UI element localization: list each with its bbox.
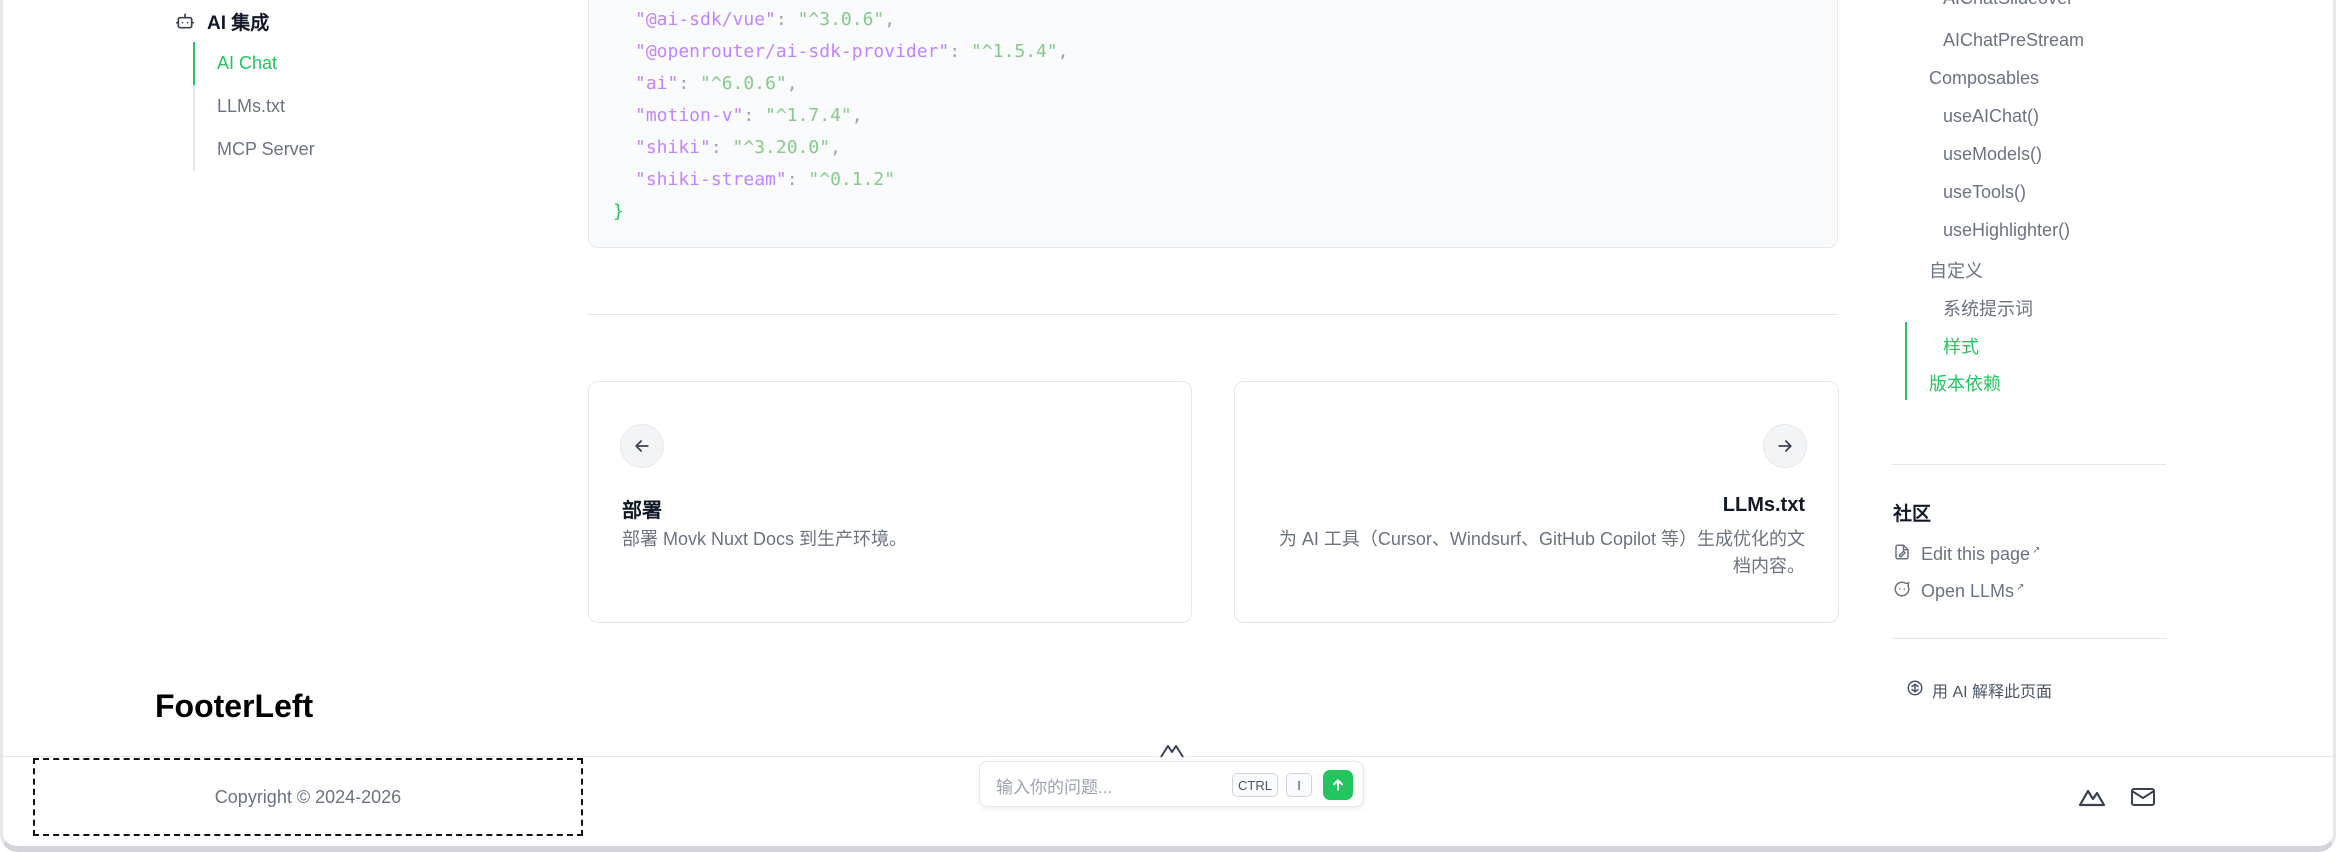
external-link-icon: ↗ (2032, 545, 2041, 556)
mountain-logo-icon (2078, 789, 2106, 807)
divider (588, 314, 1838, 315)
file-edit-icon (1893, 543, 1911, 566)
toc-item[interactable]: useModels() (1943, 144, 2042, 165)
toc-item[interactable]: Composables (1929, 68, 2039, 89)
edit-page-link[interactable]: Edit this page ↗ (1893, 543, 2040, 566)
sidebar-group-label: AI 集成 (207, 12, 270, 34)
chat-input-placeholder: 输入你的问题... (996, 778, 1113, 797)
sidebar-item-mcp-server[interactable]: MCP Server (195, 128, 475, 171)
kbd-i: I (1286, 773, 1312, 797)
send-button[interactable] (1323, 770, 1353, 800)
arrow-up-icon (1333, 779, 1343, 791)
open-llms-label: Open LLMs (1921, 581, 2015, 601)
sidebar-list: AI Chat LLMs.txt MCP Server (193, 42, 475, 171)
ai-explain-label: 用 AI 解释此页面 (1932, 684, 2053, 701)
code-line: "ai": "^6.0.6", (635, 73, 798, 94)
code-line: "shiki": "^3.20.0", (635, 137, 841, 158)
toc-item[interactable]: AIChatSlideover (1943, 0, 2073, 9)
kbd-ctrl: CTRL (1232, 773, 1278, 797)
toc-item[interactable]: useHighlighter() (1943, 220, 2070, 241)
sidebar-group-ai[interactable]: AI 集成 (175, 0, 475, 42)
ai-chat-input[interactable]: 输入你的问题... CTRL I (979, 761, 1364, 807)
prev-page-title: 部署 (622, 500, 662, 522)
robot-icon (175, 11, 195, 31)
sidebar-item-ai-chat[interactable]: AI Chat (193, 42, 475, 85)
ai-explain-button[interactable]: 用 AI 解释此页面 (1906, 678, 2052, 702)
footer-left: Copyright © 2024-2026 (33, 758, 583, 836)
toc-item[interactable]: useAIChat() (1943, 106, 2039, 127)
sparkle-icon (1906, 679, 1924, 702)
copyright-text: Copyright © 2024-2026 (214, 786, 402, 807)
arrow-right-icon (1763, 424, 1807, 468)
toc-item[interactable]: 自定义 (1929, 257, 1983, 283)
toc-item[interactable]: AIChatPreStream (1943, 30, 2084, 51)
app-window: AI 集成 AI Chat LLMs.txt MCP Server "@ai-s… (0, 0, 2336, 852)
divider (1891, 638, 2166, 639)
next-page-title: LLMs.txt (1722, 494, 1805, 516)
prev-page-description: 部署 Movk Nuxt Docs 到生产环境。 (622, 529, 908, 549)
logo-mark-icon (1159, 741, 1185, 759)
sidebar-item-llms-txt[interactable]: LLMs.txt (195, 85, 475, 128)
divider (1891, 464, 2166, 465)
mail-link[interactable] (2130, 786, 2156, 808)
toc-item-active[interactable]: 版本依赖 (1929, 370, 2001, 396)
toc-active-indicator (1905, 322, 1907, 400)
mail-icon (2131, 788, 2155, 806)
next-page-card[interactable]: LLMs.txt 为 AI 工具（Cursor、Windsurf、GitHub … (1234, 381, 1839, 623)
footer-left-annotation-label: FooterLeft (155, 688, 314, 724)
code-closing-brace: } (613, 201, 624, 222)
footer-logo-link[interactable] (2078, 786, 2106, 808)
chat-bubble-icon (1893, 580, 1911, 603)
edit-page-label: Edit this page (1921, 544, 2031, 564)
code-line: "@openrouter/ai-sdk-provider": "^1.5.4", (635, 41, 1069, 62)
code-block: "@ai-sdk/vue": "^3.0.6", "@openrouter/ai… (588, 0, 1838, 248)
toc-item-active[interactable]: 样式 (1943, 333, 1979, 359)
toc-item[interactable]: 系统提示词 (1943, 295, 2033, 321)
community-title: 社区 (1893, 504, 1932, 525)
next-page-description: 为 AI 工具（Cursor、Windsurf、GitHub Copilot 等… (1278, 529, 1805, 576)
external-link-icon: ↗ (2016, 582, 2025, 593)
code-line: "@ai-sdk/vue": "^3.0.6", (635, 9, 896, 30)
docs-sidebar: AI 集成 AI Chat LLMs.txt MCP Server (175, 0, 475, 171)
code-line: "motion-v": "^1.7.4", (635, 105, 863, 126)
open-llms-link[interactable]: Open LLMs ↗ (1893, 580, 2024, 603)
code-line: "shiki-stream": "^0.1.2" (635, 169, 896, 190)
prev-page-card[interactable]: 部署 部署 Movk Nuxt Docs 到生产环境。 (588, 381, 1192, 623)
toc-item[interactable]: useTools() (1943, 182, 2026, 203)
arrow-left-icon (620, 424, 664, 468)
